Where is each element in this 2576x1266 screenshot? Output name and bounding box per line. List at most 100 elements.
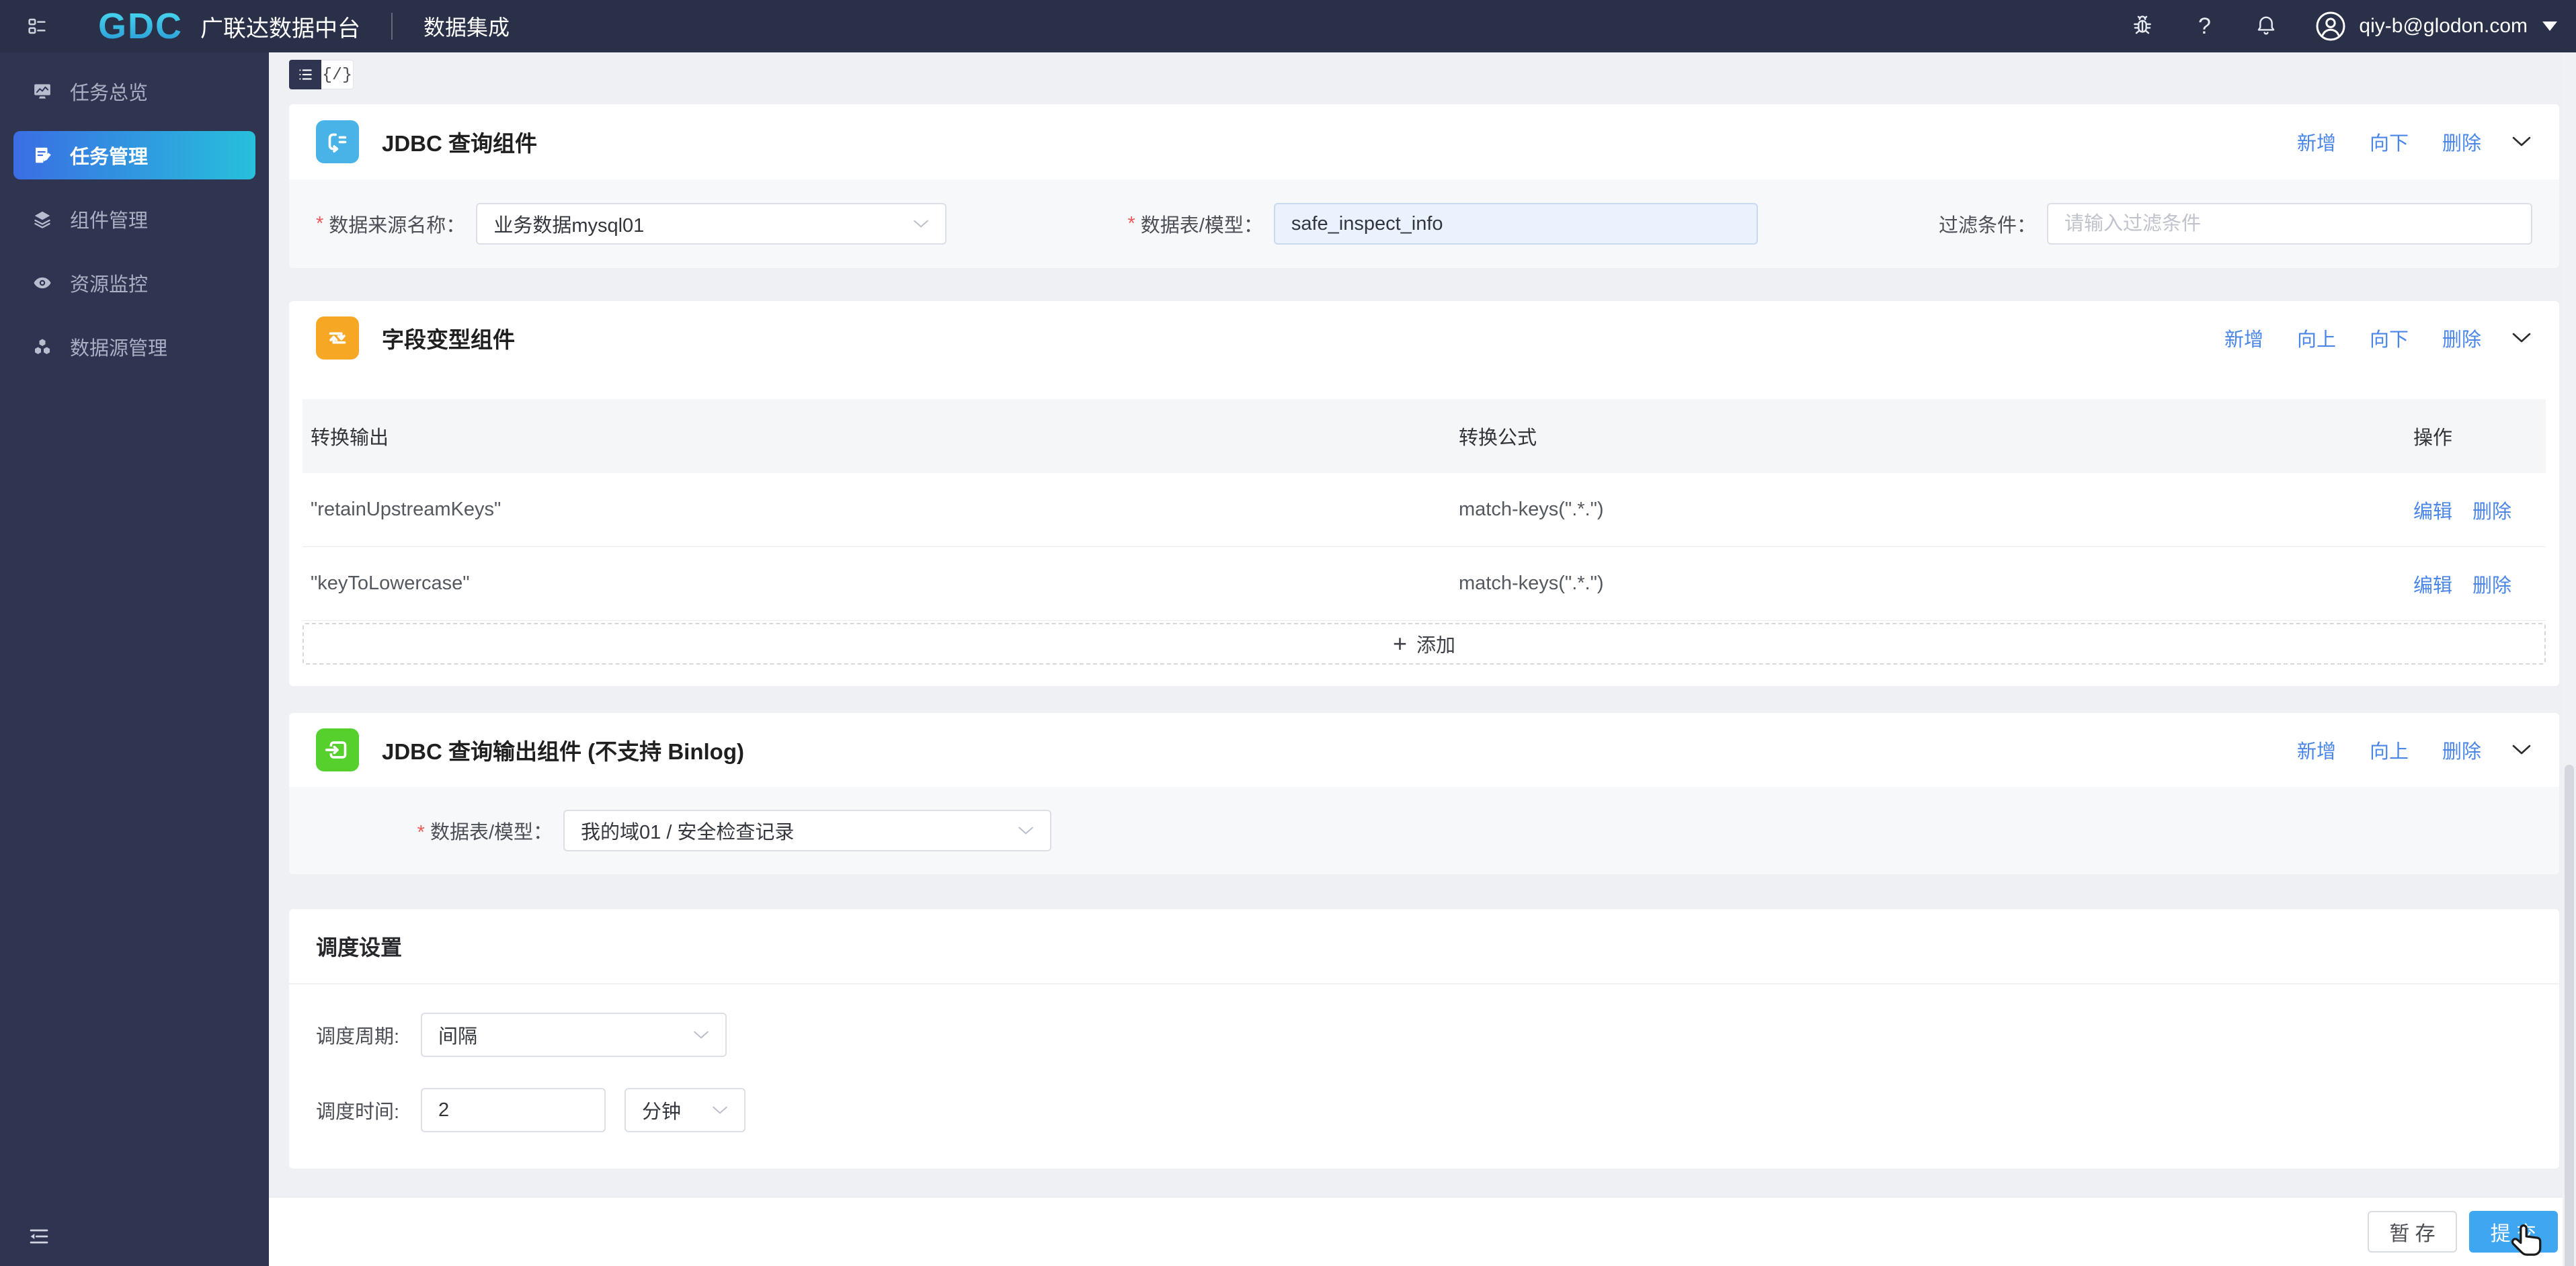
schedule-unit-select[interactable]: 分钟 bbox=[625, 1088, 746, 1132]
datasource-value: 业务数据mysql01 bbox=[493, 215, 645, 237]
filter-label: 过滤条件： bbox=[1938, 215, 2036, 237]
table-header-row: 转换输出 转换公式 操作 bbox=[303, 399, 2546, 473]
move-down-link[interactable]: 向下 bbox=[2370, 324, 2409, 352]
jdbc-query-icon bbox=[316, 120, 359, 163]
chevron-down-icon bbox=[2512, 745, 2531, 755]
collapse-card-button[interactable] bbox=[2511, 331, 2532, 345]
sidebar-collapse-icon[interactable] bbox=[27, 1224, 51, 1249]
add-component-link[interactable]: 新增 bbox=[2297, 736, 2336, 764]
layers-icon bbox=[34, 211, 50, 228]
submit-button[interactable]: 提 交 bbox=[2468, 1211, 2558, 1253]
chevron-down-icon bbox=[2512, 136, 2531, 146]
output-table-model-field: * 数据表/模型： 我的域01 / 安全检查记录 bbox=[316, 810, 1051, 851]
sidebar-item-label: 任务总览 bbox=[70, 83, 149, 104]
schedule-cycle-select[interactable]: 间隔 bbox=[421, 1013, 727, 1057]
avatar bbox=[2316, 11, 2345, 41]
schedule-unit-value: 分钟 bbox=[642, 1101, 682, 1123]
output-cell: "keyToLowercase" bbox=[311, 573, 470, 594]
sidebar-item-component-management[interactable]: 组件管理 bbox=[13, 195, 255, 243]
add-component-link[interactable]: 新增 bbox=[2297, 128, 2336, 156]
schedule-cycle-label: 调度周期: bbox=[316, 1026, 400, 1048]
tab-code-view[interactable]: {/} bbox=[321, 60, 354, 89]
chevron-down-icon bbox=[694, 1031, 709, 1039]
delete-component-link[interactable]: 删除 bbox=[2442, 736, 2481, 764]
sidebar-item-label: 数据源管理 bbox=[70, 338, 168, 360]
bell-icon bbox=[2258, 16, 2275, 35]
required-mark: * bbox=[1127, 212, 1135, 235]
formula-cell: match-keys(".*.") bbox=[1459, 499, 1604, 520]
output-table-model-select[interactable]: 我的域01 / 安全检查记录 bbox=[563, 810, 1051, 851]
datasource-select[interactable]: 业务数据mysql01 bbox=[476, 203, 947, 245]
nav-data-integration[interactable]: 数据集成 bbox=[424, 11, 510, 42]
add-component-link[interactable]: 新增 bbox=[2224, 324, 2263, 352]
schedule-time-input[interactable] bbox=[421, 1088, 606, 1132]
collapse-card-button[interactable] bbox=[2511, 743, 2532, 757]
layout-grid-icon bbox=[28, 18, 46, 34]
add-transform-row-button[interactable]: + 添加 bbox=[303, 623, 2546, 665]
layout-switch-button[interactable] bbox=[0, 15, 74, 38]
sidebar-item-datasource-management[interactable]: 数据源管理 bbox=[13, 323, 255, 371]
sidebar-item-label: 任务管理 bbox=[70, 146, 149, 168]
output-table-model-label: * 数据表/模型： bbox=[417, 822, 553, 843]
row-actions: 编辑 删除 bbox=[2405, 496, 2546, 524]
formula-cell: match-keys(".*.") bbox=[1459, 573, 1604, 594]
field-transform-icon bbox=[316, 316, 359, 360]
chevron-down-icon bbox=[914, 220, 929, 228]
notifications-button[interactable] bbox=[2253, 13, 2280, 40]
tab-form-view[interactable] bbox=[289, 60, 321, 89]
datasource-field: * 数据来源名称： 业务数据mysql01 bbox=[316, 203, 947, 245]
transform-table: 转换输出 转换公式 操作 "retainUpstreamKeys" match-… bbox=[289, 375, 2559, 686]
save-draft-button[interactable]: 暂 存 bbox=[2368, 1211, 2457, 1253]
filter-input[interactable] bbox=[2047, 203, 2532, 245]
scrollbar-track[interactable] bbox=[2563, 52, 2576, 1266]
col-header-output: 转换输出 bbox=[311, 427, 389, 449]
sidebar-item-task-management[interactable]: 任务管理 bbox=[13, 131, 255, 179]
chevron-down-icon bbox=[713, 1106, 727, 1114]
header-divider bbox=[391, 13, 393, 40]
gdc-logo: GDC bbox=[98, 6, 183, 46]
bug-report-button[interactable] bbox=[2129, 13, 2156, 40]
add-row-label: 添加 bbox=[1416, 635, 1456, 657]
collapse-card-button[interactable] bbox=[2511, 135, 2532, 149]
help-button[interactable]: ? bbox=[2191, 13, 2218, 40]
jdbc-output-card-header: JDBC 查询输出组件 (不支持 Binlog) 新增 向上 删除 bbox=[289, 713, 2559, 787]
delete-component-link[interactable]: 删除 bbox=[2442, 324, 2481, 352]
chevron-down-icon bbox=[2542, 22, 2557, 31]
output-table-model-value: 我的域01 / 安全检查记录 bbox=[581, 822, 795, 843]
main-content: {/} JDBC 查询组件 新增 向下 删除 * 数据来源名称： 业务数据mys… bbox=[269, 52, 2576, 1266]
jdbc-output-card-body: * 数据表/模型： 我的域01 / 安全检查记录 bbox=[289, 787, 2559, 874]
scrollbar-thumb[interactable] bbox=[2565, 765, 2574, 1266]
view-mode-tabs: {/} bbox=[289, 60, 2559, 89]
card-actions: 新增 向下 删除 bbox=[2263, 128, 2532, 156]
card-title: JDBC 查询输出组件 (不支持 Binlog) bbox=[382, 739, 744, 764]
footer-action-bar: 暂 存 提 交 bbox=[269, 1197, 2576, 1266]
col-header-actions: 操作 bbox=[2413, 427, 2453, 449]
table-model-input[interactable] bbox=[1273, 203, 1758, 245]
jdbc-query-card-header: JDBC 查询组件 新增 向下 删除 bbox=[289, 104, 2559, 179]
row-actions: 编辑 删除 bbox=[2405, 570, 2546, 598]
move-down-link[interactable]: 向下 bbox=[2370, 128, 2409, 156]
edit-row-link[interactable]: 编辑 bbox=[2413, 496, 2452, 524]
sidebar-menu: 任务总览 任务管理 组件管理 资源监控 数据源管理 bbox=[0, 52, 269, 371]
card-title: JDBC 查询组件 bbox=[382, 131, 538, 156]
delete-component-link[interactable]: 删除 bbox=[2442, 128, 2481, 156]
edit-row-link[interactable]: 编辑 bbox=[2413, 570, 2452, 598]
delete-row-link[interactable]: 删除 bbox=[2472, 570, 2511, 598]
datasource-icon bbox=[35, 339, 50, 354]
user-menu[interactable]: qiy-b@glodon.com bbox=[2315, 10, 2557, 42]
bug-icon bbox=[2134, 15, 2152, 34]
app-header: GDC 广联达数据中台 数据集成 ? qiy-b@glodon.com bbox=[0, 0, 2576, 52]
output-cell: "retainUpstreamKeys" bbox=[311, 499, 501, 520]
jdbc-output-icon bbox=[316, 728, 359, 771]
chevron-down-icon bbox=[2512, 333, 2531, 343]
delete-row-link[interactable]: 删除 bbox=[2472, 496, 2511, 524]
sidebar-item-resource-monitor[interactable]: 资源监控 bbox=[13, 259, 255, 307]
table-model-field: * 数据表/模型： bbox=[1127, 203, 1758, 245]
move-up-link[interactable]: 向上 bbox=[2370, 736, 2409, 764]
sidebar-item-task-overview[interactable]: 任务总览 bbox=[13, 67, 255, 116]
app-root: GDC 广联达数据中台 数据集成 ? qiy-b@glodon.com 任务总览… bbox=[0, 0, 2576, 1266]
dashboard-icon bbox=[34, 84, 50, 99]
field-transform-card-header: 字段变型组件 新增 向上 向下 删除 bbox=[289, 301, 2559, 375]
move-up-link[interactable]: 向上 bbox=[2297, 324, 2336, 352]
task-edit-icon bbox=[36, 147, 51, 163]
